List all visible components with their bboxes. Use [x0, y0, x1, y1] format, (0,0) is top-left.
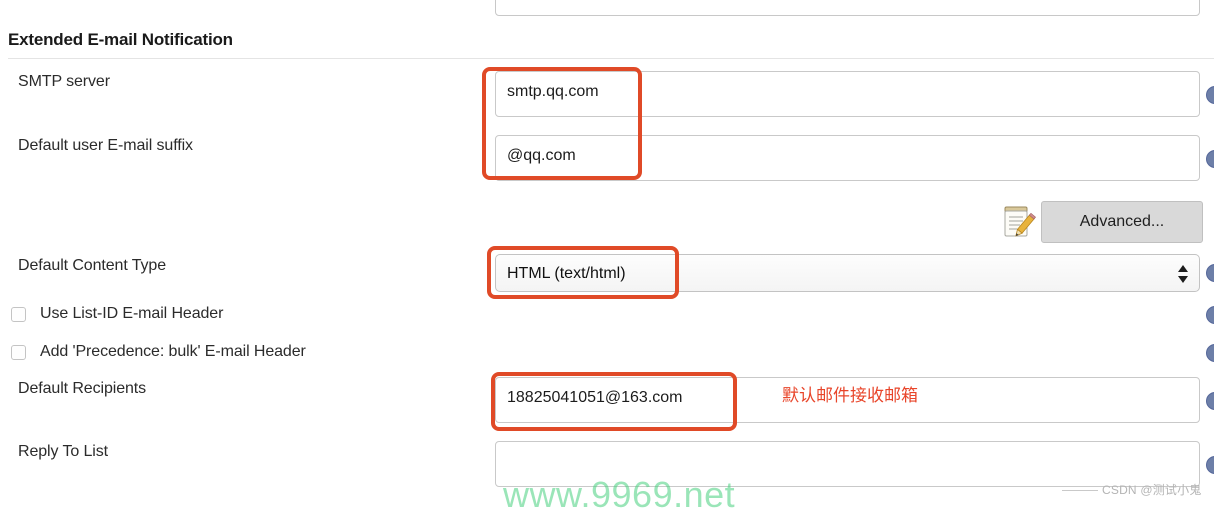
csdn-watermark-text: CSDN @测试小鬼 — [1102, 483, 1202, 497]
help-circle-icon[interactable] — [1206, 150, 1214, 168]
help-circle-icon[interactable] — [1206, 86, 1214, 104]
notepad-pencil-icon[interactable] — [1000, 203, 1038, 241]
advanced-button[interactable]: Advanced... — [1041, 201, 1203, 243]
section-heading: Extended E-mail Notification — [8, 30, 233, 49]
annotation-note-default-recipients: 默认邮件接收邮箱 — [782, 386, 918, 406]
annotation-box-smtp-credentials — [482, 67, 642, 180]
help-circle-icon[interactable] — [1206, 392, 1214, 410]
label-smtp-server: SMTP server — [18, 73, 110, 90]
help-circle-icon[interactable] — [1206, 264, 1214, 282]
section-divider — [8, 58, 1214, 59]
checkbox-label-use-list-id: Use List-ID E-mail Header — [40, 305, 224, 322]
checkbox-precedence-bulk[interactable] — [11, 344, 26, 360]
help-circle-icon[interactable] — [1206, 344, 1214, 362]
label-content-type: Default Content Type — [18, 257, 167, 274]
checkbox-row-use-list-id[interactable]: Use List-ID E-mail Header — [11, 305, 223, 323]
checkbox-row-precedence-bulk[interactable]: Add 'Precedence: bulk' E-mail Header — [11, 343, 306, 361]
help-circle-icon[interactable] — [1206, 306, 1214, 324]
checkbox-label-precedence-bulk: Add 'Precedence: bulk' E-mail Header — [40, 343, 306, 360]
watermark-rule — [1062, 490, 1098, 492]
chevron-updown-icon — [1177, 262, 1189, 284]
checkbox-use-list-id[interactable] — [11, 306, 26, 322]
site-watermark: www.9969.net — [503, 474, 736, 515]
annotation-box-content-type — [487, 246, 679, 299]
annotation-box-default-recipients — [491, 372, 737, 431]
help-circle-icon[interactable] — [1206, 456, 1214, 474]
label-default-recipients: Default Recipients — [18, 380, 147, 397]
label-email-suffix: Default user E-mail suffix — [18, 137, 193, 154]
label-reply-to-list: Reply To List — [18, 443, 109, 460]
csdn-watermark: CSDN @测试小鬼 — [1062, 481, 1202, 498]
previous-field-input[interactable] — [495, 0, 1200, 16]
